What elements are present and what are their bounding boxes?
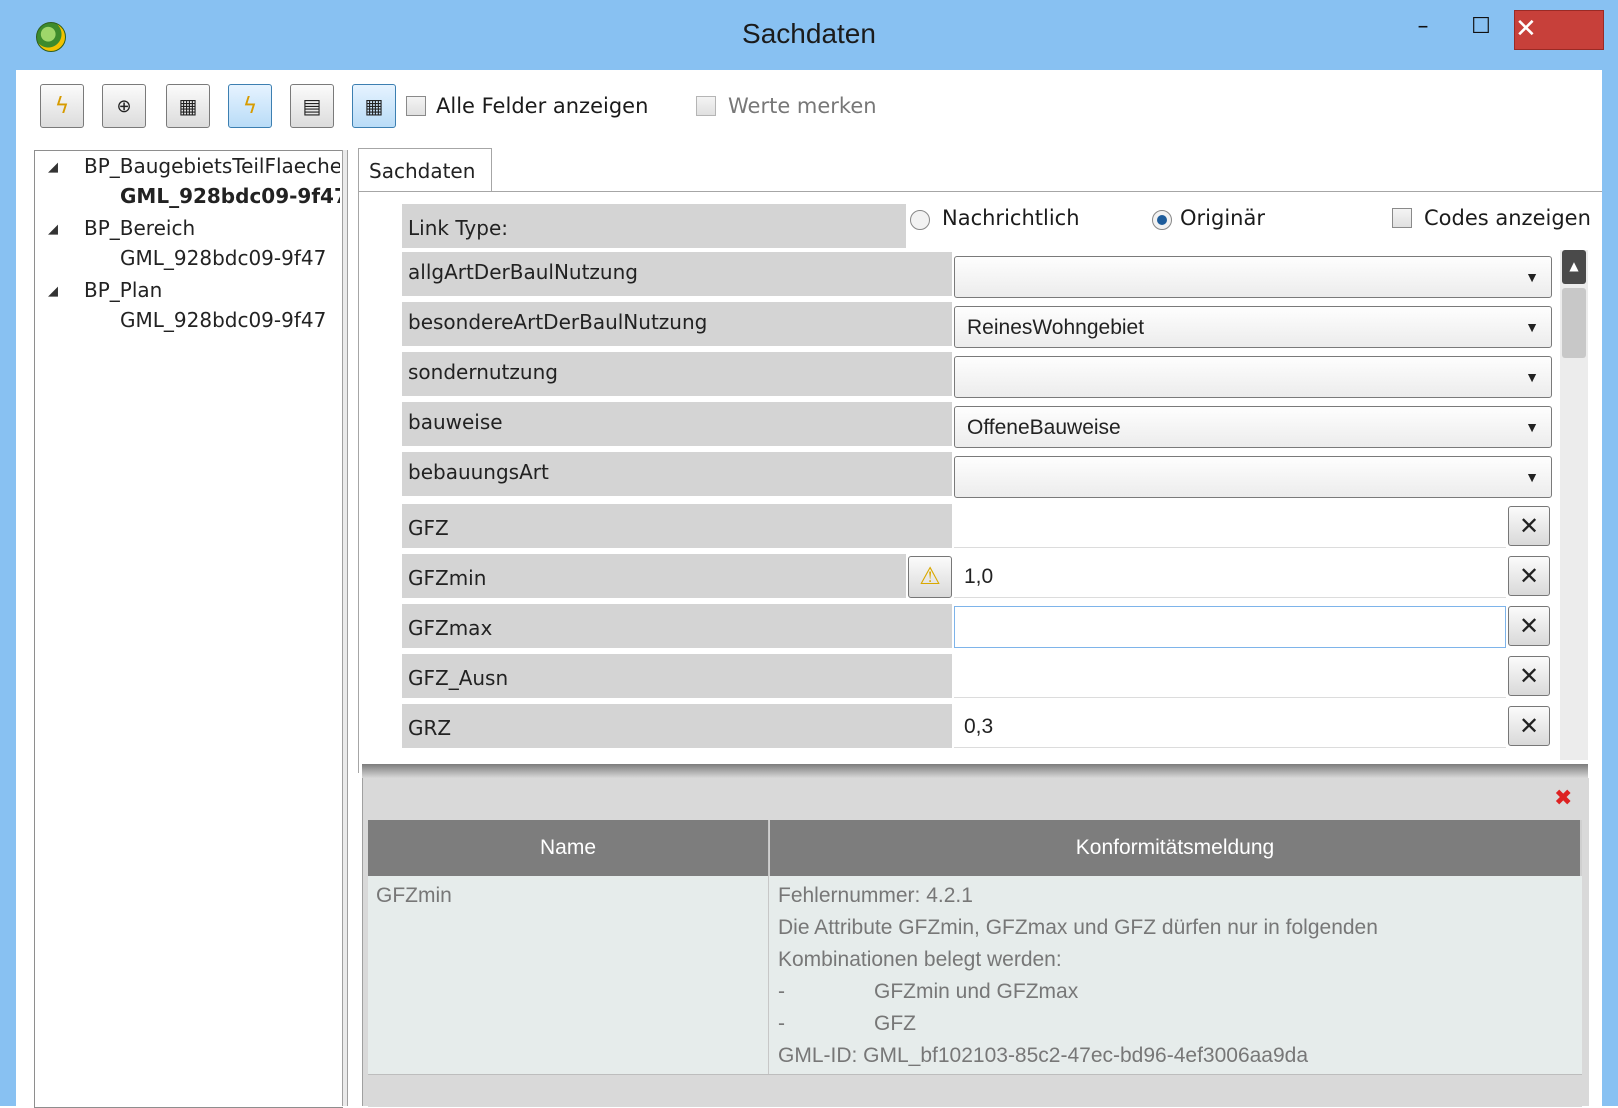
field-label: besondereArtDerBaulNutzung xyxy=(402,302,952,346)
table-edit-icon: ▦ xyxy=(178,94,198,118)
chevron-down-icon: ▼ xyxy=(1525,269,1539,285)
column-divider xyxy=(768,820,769,1074)
bebauungsart-dropdown[interactable]: ▼ xyxy=(954,456,1552,498)
tree-child-plan[interactable]: GML_928bdc09-9f47 xyxy=(120,308,340,332)
validation-message-line: GFZmin und GFZmax xyxy=(874,980,1079,1003)
zoom-button[interactable]: ⊕ xyxy=(102,84,146,128)
close-panel-icon[interactable]: ✖ xyxy=(1554,786,1572,811)
show-all-fields-label[interactable]: Alle Felder anzeigen xyxy=(436,94,648,118)
validation-footer xyxy=(368,1074,1582,1107)
gfzmin-input[interactable]: 1,0 xyxy=(954,556,1506,598)
chevron-down-icon: ▼ xyxy=(1525,419,1539,435)
lightning-icon: ϟ xyxy=(54,93,70,119)
validation-message-line: - xyxy=(778,980,785,1003)
maximize-button[interactable]: ☐ xyxy=(1458,10,1504,46)
tree-splitter[interactable] xyxy=(342,150,348,1106)
tab-border-left xyxy=(358,191,359,773)
show-all-fields-checkbox[interactable] xyxy=(406,96,426,116)
radio-nachrichtlich-label[interactable]: Nachrichtlich xyxy=(942,206,1080,230)
remember-values-checkbox[interactable] xyxy=(696,96,716,116)
field-label: bebauungsArt xyxy=(402,452,952,496)
expand-arrow-icon[interactable]: ◢ xyxy=(48,284,58,299)
tree-item-plan[interactable]: BP_Plan xyxy=(84,278,340,302)
besondere-art-dropdown[interactable]: ReinesWohngebiet ▼ xyxy=(954,306,1552,348)
validation-message-line: GFZ xyxy=(874,1012,916,1035)
tree-child-baugebiet[interactable]: GML_928bdc09-9f47 xyxy=(120,184,340,208)
scrollbar-thumb[interactable] xyxy=(1562,288,1586,358)
form-view-button[interactable]: ▤ xyxy=(290,84,334,128)
tree-child-bereich[interactable]: GML_928bdc09-9f47 xyxy=(120,246,340,270)
table-select-icon: ▦ xyxy=(364,94,384,118)
bauweise-dropdown[interactable]: OffeneBauweise ▼ xyxy=(954,406,1552,448)
panel-splitter[interactable] xyxy=(362,764,1588,778)
table-select-button[interactable]: ▦ xyxy=(352,84,396,128)
validation-entry-name: GFZmin xyxy=(376,884,452,907)
dropdown-value: ReinesWohngebiet xyxy=(967,316,1145,339)
gfz-ausn-input[interactable] xyxy=(954,656,1506,698)
clear-gfzmin-button[interactable]: ✕ xyxy=(1508,556,1550,596)
chevron-down-icon: ▼ xyxy=(1525,319,1539,335)
validation-message-line: Fehlernummer: 4.2.1 xyxy=(778,884,973,907)
field-label: bauweise xyxy=(402,402,952,446)
tree-item-bereich[interactable]: BP_Bereich xyxy=(84,216,340,240)
validation-message-line: - xyxy=(778,1012,785,1035)
chevron-down-icon: ▼ xyxy=(1525,469,1539,485)
scroll-up-icon[interactable]: ▲ xyxy=(1562,250,1586,284)
field-label: GRZ xyxy=(402,704,952,748)
radio-nachrichtlich[interactable] xyxy=(910,210,930,230)
tab-sachdaten[interactable]: Sachdaten xyxy=(358,148,492,192)
column-header-name[interactable]: Name xyxy=(368,820,770,876)
tree-item-baugebiet[interactable]: BP_BaugebietsTeilFlaeche xyxy=(84,154,340,178)
warning-icon[interactable]: ⚠ xyxy=(908,556,952,598)
lightning-plus-icon: ϟ xyxy=(242,93,258,119)
lightning-button[interactable]: ϟ xyxy=(40,84,84,128)
gfz-input[interactable] xyxy=(954,506,1506,548)
clear-grz-button[interactable]: ✕ xyxy=(1508,706,1550,746)
field-label: GFZmax xyxy=(402,604,952,648)
close-button[interactable]: ✕ xyxy=(1514,10,1604,50)
expand-arrow-icon[interactable]: ◢ xyxy=(48,160,58,175)
tab-border xyxy=(358,191,1602,192)
field-label: GFZmin xyxy=(402,554,906,598)
clear-gfzmax-button[interactable]: ✕ xyxy=(1508,606,1550,646)
chevron-down-icon: ▼ xyxy=(1525,369,1539,385)
field-label: GFZ xyxy=(402,504,952,548)
remember-values-label[interactable]: Werte merken xyxy=(728,94,877,118)
grz-input[interactable]: 0,3 xyxy=(954,706,1506,748)
expand-arrow-icon[interactable]: ◢ xyxy=(48,222,58,237)
column-header-message[interactable]: Konformitätsmeldung xyxy=(770,820,1582,876)
field-label: allgArtDerBaulNutzung xyxy=(402,252,952,296)
window-title: Sachdaten xyxy=(742,18,876,49)
field-label: sondernutzung xyxy=(402,352,952,396)
dropdown-value: OffeneBauweise xyxy=(967,416,1121,439)
validation-message-line: Kombinationen belegt werden: xyxy=(778,948,1062,971)
allg-art-dropdown[interactable]: ▼ xyxy=(954,256,1552,298)
zoom-icon: ⊕ xyxy=(116,95,132,117)
show-codes-label[interactable]: Codes anzeigen xyxy=(1424,206,1591,230)
field-label: GFZ_Ausn xyxy=(402,654,952,698)
link-type-label: Link Type: xyxy=(402,204,906,248)
clear-gfz-button[interactable]: ✕ xyxy=(1508,506,1550,546)
radio-originaer[interactable] xyxy=(1152,210,1172,230)
lightning-plus-button[interactable]: ϟ xyxy=(228,84,272,128)
form-view-icon: ▤ xyxy=(302,94,322,118)
radio-originaer-label[interactable]: Originär xyxy=(1180,206,1265,230)
sondernutzung-dropdown[interactable]: ▼ xyxy=(954,356,1552,398)
minimize-button[interactable]: – xyxy=(1400,10,1446,46)
gfzmax-input[interactable] xyxy=(954,606,1506,648)
clear-gfz-ausn-button[interactable]: ✕ xyxy=(1508,656,1550,696)
validation-message-line: GML-ID: GML_bf102103-85c2-47ec-bd96-4ef3… xyxy=(778,1044,1309,1067)
validation-message-line: Die Attribute GFZmin, GFZmax und GFZ dür… xyxy=(778,916,1378,939)
show-codes-checkbox[interactable] xyxy=(1392,208,1412,228)
table-edit-button[interactable]: ▦ xyxy=(166,84,210,128)
